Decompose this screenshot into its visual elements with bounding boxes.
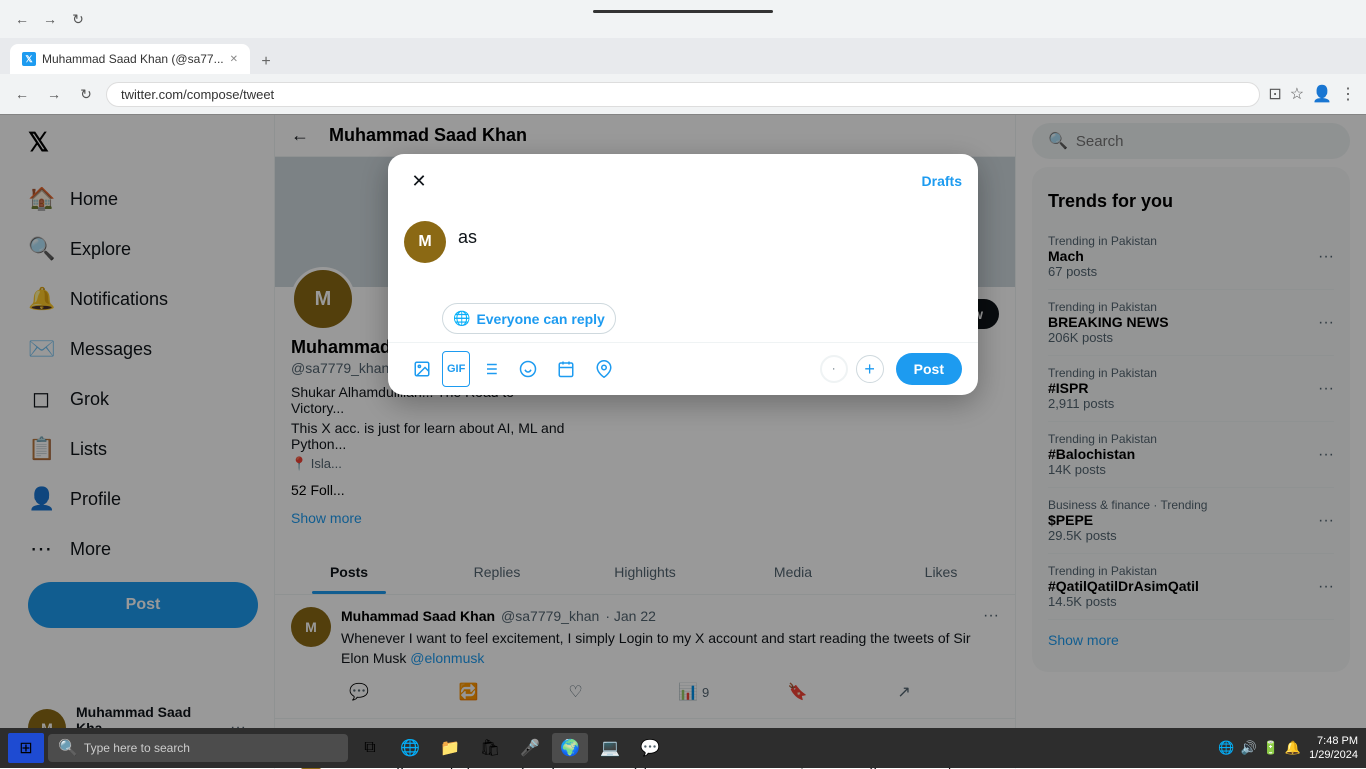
emoji-button[interactable] xyxy=(510,351,546,387)
bookmark-star-icon[interactable]: ☆ xyxy=(1290,84,1304,104)
system-clock[interactable]: 7:48 PM 1/29/2024 xyxy=(1309,734,1358,763)
address-actions: ⊡ ☆ 👤 ⋮ xyxy=(1268,84,1356,104)
poll-button[interactable] xyxy=(472,351,508,387)
add-thread-button[interactable]: + xyxy=(856,355,884,383)
notification-taskbar-icon[interactable]: 🔔 xyxy=(1285,740,1301,756)
taskbar-search-icon: 🔍 xyxy=(58,738,78,758)
browser-menu-icon[interactable]: ⋮ xyxy=(1340,84,1356,104)
url-text: twitter.com/compose/tweet xyxy=(121,87,274,102)
drafts-button[interactable]: Drafts xyxy=(922,173,962,189)
compose-area: M as xyxy=(388,209,978,299)
address-bar: ← → ↻ twitter.com/compose/tweet ⊡ ☆ 👤 ⋮ xyxy=(0,74,1366,114)
url-box[interactable]: twitter.com/compose/tweet xyxy=(106,82,1260,107)
system-tray: 🌐 🔊 🔋 🔔 xyxy=(1218,740,1301,756)
image-upload-button[interactable] xyxy=(404,351,440,387)
browser-taskbar-active[interactable]: 🌍 xyxy=(552,733,588,763)
screen-cast-icon[interactable]: ⊡ xyxy=(1268,84,1281,104)
taskbar-search-text: Type here to search xyxy=(84,741,190,755)
schedule-button[interactable] xyxy=(548,351,584,387)
browser-reload-button[interactable]: ↻ xyxy=(74,82,98,106)
browser-back-button[interactable]: ← xyxy=(10,82,34,106)
tab-bar: 𝕏 Muhammad Saad Khan (@sa77... ✕ + xyxy=(0,38,1366,74)
clock-time: 7:48 PM xyxy=(1309,734,1358,748)
tab-favicon: 𝕏 xyxy=(22,52,36,66)
clock-date: 1/29/2024 xyxy=(1309,748,1358,762)
modal-close-button[interactable]: ✕ xyxy=(404,166,434,196)
compose-input-area: as xyxy=(458,221,962,287)
globe-icon: 🌐 xyxy=(453,310,470,327)
tab-title: Muhammad Saad Khan (@sa77... xyxy=(42,52,224,66)
taskbar-search[interactable]: 🔍 Type here to search xyxy=(48,734,348,762)
compose-toolbar: GIF xyxy=(388,342,978,395)
character-counter: · xyxy=(820,355,848,383)
profile-icon[interactable]: 👤 xyxy=(1312,84,1332,104)
active-tab[interactable]: 𝕏 Muhammad Saad Khan (@sa77... ✕ xyxy=(10,44,250,74)
network-icon[interactable]: 🌐 xyxy=(1218,740,1234,756)
browser-controls: ← → ↻ xyxy=(10,7,90,31)
start-button[interactable]: ⊞ xyxy=(8,733,44,763)
reply-permission-label: Everyone can reply xyxy=(476,311,604,327)
reload-button[interactable]: ↻ xyxy=(66,7,90,31)
file-explorer-taskbar[interactable]: 📁 xyxy=(432,733,468,763)
taskbar-right: 🌐 🔊 🔋 🔔 7:48 PM 1/29/2024 xyxy=(1218,734,1358,763)
edge-browser-taskbar[interactable]: 🌐 xyxy=(392,733,428,763)
volume-icon[interactable]: 🔊 xyxy=(1241,740,1257,756)
vscode-taskbar[interactable]: 💻 xyxy=(592,733,628,763)
compose-text-input[interactable]: as xyxy=(458,227,962,287)
post-submit-button[interactable]: Post xyxy=(896,353,962,385)
back-button[interactable]: ← xyxy=(10,7,34,31)
tab-close-button[interactable]: ✕ xyxy=(230,54,238,65)
compose-modal: ✕ Drafts M as 🌐 Everyone can reply GIF xyxy=(388,154,978,395)
forward-button[interactable]: → xyxy=(38,7,62,31)
gif-button[interactable]: GIF xyxy=(442,351,470,387)
reply-permission-selector[interactable]: 🌐 Everyone can reply xyxy=(442,303,616,334)
battery-icon[interactable]: 🔋 xyxy=(1263,740,1279,756)
location-button[interactable] xyxy=(586,351,622,387)
recorder-taskbar[interactable]: 🎤 xyxy=(512,733,548,763)
taskbar: ⊞ 🔍 Type here to search ⧉ 🌐 📁 🛍 🎤 🌍 💻 💬 … xyxy=(0,728,1366,768)
store-taskbar[interactable]: 🛍 xyxy=(472,733,508,763)
browser-titlebar: ← → ↻ xyxy=(0,0,1366,38)
modal-header: ✕ Drafts xyxy=(388,154,978,209)
compose-avatar: M xyxy=(404,221,446,263)
new-tab-button[interactable]: + xyxy=(254,50,278,74)
toolbar-icons: GIF xyxy=(404,351,820,387)
browser-forward-button[interactable]: → xyxy=(42,82,66,106)
discord-taskbar[interactable]: 💬 xyxy=(632,733,668,763)
compose-modal-overlay: ✕ Drafts M as 🌐 Everyone can reply GIF xyxy=(0,114,1366,768)
task-view-button[interactable]: ⧉ xyxy=(352,733,388,763)
